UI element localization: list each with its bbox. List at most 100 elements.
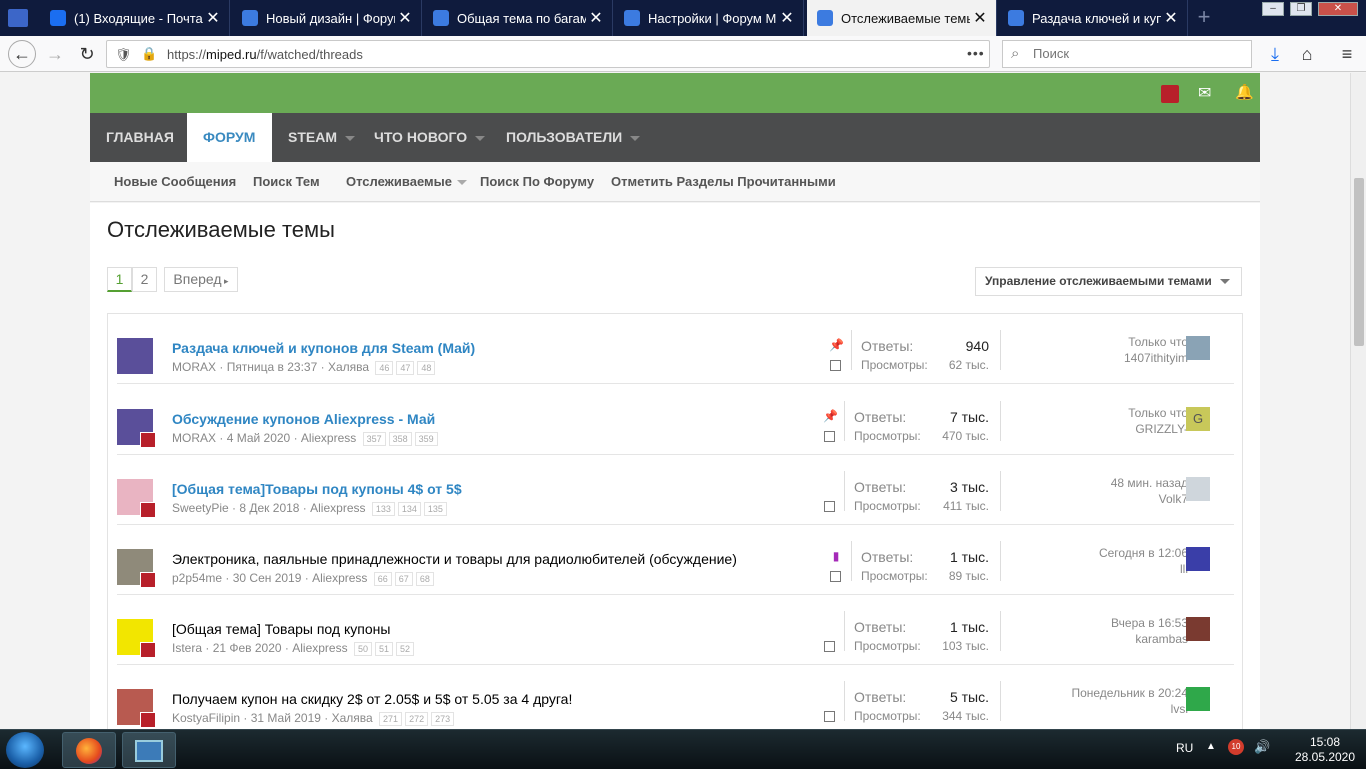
thread-title-link[interactable]: Получаем купон на скидку 2$ от 2.05$ и 5…: [172, 691, 572, 707]
page-jump-link[interactable]: 273: [431, 712, 455, 726]
browser-tab-4[interactable]: Настройки | Форум Miped✕: [614, 0, 804, 36]
last-post-user[interactable]: 1407ithityim: [1124, 350, 1188, 366]
last-post-user[interactable]: lll: [1099, 561, 1188, 577]
tab-close-icon[interactable]: ✕: [777, 8, 797, 28]
thread-date[interactable]: 8 Дек 2018: [239, 501, 299, 515]
back-button[interactable]: ←: [8, 40, 36, 68]
thread-title-link[interactable]: [Общая тема] Товары под купоны: [172, 621, 390, 637]
thread-author[interactable]: p2p54me: [172, 571, 222, 585]
page-jump-link[interactable]: 52: [395, 642, 414, 656]
thread-author-avatar[interactable]: [117, 409, 156, 448]
last-post-time[interactable]: Вчера в 16:53: [1111, 615, 1188, 631]
subnav-item-3[interactable]: Отслеживаемые: [346, 174, 467, 189]
url-bar[interactable]: 🛡 🔒 https://miped.ru/f/watched/threads •…: [106, 40, 990, 68]
last-poster-avatar[interactable]: [1186, 477, 1210, 501]
download-icon[interactable]: ⤓: [1262, 42, 1288, 66]
page-jump-link[interactable]: 271: [379, 712, 403, 726]
thread-author[interactable]: MORAX: [172, 431, 216, 445]
page-jump-link[interactable]: 135: [423, 502, 447, 516]
last-post-time[interactable]: Только что: [1128, 405, 1188, 421]
page-jump-link[interactable]: 51: [374, 642, 393, 656]
thread-select-checkbox[interactable]: [824, 431, 835, 442]
search-input[interactable]: [1033, 46, 1233, 61]
close-window-button[interactable]: ✕: [1318, 2, 1358, 16]
desktop-taskbar-icon[interactable]: [122, 732, 176, 768]
thread-title-link[interactable]: Электроника, паяльные принадлежности и т…: [172, 551, 737, 567]
new-tab-button[interactable]: +: [1192, 4, 1216, 30]
subnav-item-2[interactable]: Поиск Тем: [253, 174, 320, 189]
page-jump-link[interactable]: 50: [353, 642, 372, 656]
manage-watched-button[interactable]: Управление отслеживаемыми темами: [975, 267, 1242, 296]
start-button[interactable]: [6, 732, 44, 768]
thread-author[interactable]: Istera: [172, 641, 202, 655]
last-post-time[interactable]: Только что: [1124, 334, 1188, 350]
volume-icon[interactable]: 🔊: [1254, 739, 1270, 755]
nav-item-2[interactable]: Форум: [187, 113, 272, 162]
page-jump-link[interactable]: 358: [388, 432, 412, 446]
page-scrollbar[interactable]: [1350, 73, 1366, 729]
next-page-button[interactable]: Вперед ▸: [164, 267, 238, 292]
language-indicator[interactable]: RU: [1176, 741, 1193, 755]
thread-date[interactable]: Пятница в 23:37: [227, 360, 318, 374]
nav-item-3[interactable]: Steam: [272, 113, 358, 162]
page-jump-link[interactable]: 359: [414, 432, 438, 446]
bell-icon[interactable]: 🔔: [1235, 83, 1254, 101]
page-jump-link[interactable]: 46: [375, 361, 394, 375]
thread-forum[interactable]: Aliexpress: [292, 641, 347, 655]
scrollbar-thumb[interactable]: [1354, 178, 1364, 346]
last-poster-avatar[interactable]: [1186, 617, 1210, 641]
thread-title-link[interactable]: [Общая тема]Товары под купоны 4$ от 5$: [172, 481, 462, 497]
browser-tab-2[interactable]: Новый дизайн | Форум Miped✕: [232, 0, 422, 36]
last-post-time[interactable]: Понедельник в 20:24: [1071, 685, 1188, 701]
page-jump-link[interactable]: 66: [373, 572, 392, 586]
page-jump-link[interactable]: 68: [415, 572, 434, 586]
thread-select-checkbox[interactable]: [824, 711, 835, 722]
thread-select-checkbox[interactable]: [830, 571, 841, 582]
thread-forum[interactable]: Халява: [332, 711, 373, 725]
url-text[interactable]: https://miped.ru/f/watched/threads: [167, 47, 363, 62]
thread-date[interactable]: 30 Сен 2019: [233, 571, 302, 585]
page-link-1[interactable]: 1: [107, 267, 132, 292]
thread-select-checkbox[interactable]: [830, 360, 841, 371]
page-jump-link[interactable]: 134: [397, 502, 421, 516]
thread-author-avatar[interactable]: [117, 549, 156, 588]
menu-icon[interactable]: ≡: [1334, 42, 1360, 66]
thread-author-avatar[interactable]: [117, 338, 153, 374]
thread-author[interactable]: MORAX: [172, 360, 216, 374]
last-post-user[interactable]: Volk7: [1111, 491, 1188, 507]
thread-author-avatar[interactable]: [117, 479, 156, 518]
maximize-button[interactable]: ❐: [1290, 2, 1312, 16]
page-jump-link[interactable]: 272: [405, 712, 429, 726]
thread-forum[interactable]: Aliexpress: [312, 571, 367, 585]
home-icon[interactable]: ⌂: [1294, 42, 1320, 66]
nav-item-5[interactable]: Пользователи: [490, 113, 650, 162]
page-jump-link[interactable]: 67: [394, 572, 413, 586]
shield-icon[interactable]: 🛡: [115, 47, 132, 63]
minimize-button[interactable]: –: [1262, 2, 1284, 16]
tab-close-icon[interactable]: ✕: [203, 8, 223, 28]
thread-author-avatar[interactable]: [117, 689, 156, 728]
nav-item-4[interactable]: Что нового: [358, 113, 490, 162]
subnav-item-5[interactable]: Отметить Разделы Прочитанными: [611, 174, 836, 189]
thread-date[interactable]: 31 Май 2019: [251, 711, 321, 725]
last-post-time[interactable]: Сегодня в 12:06: [1099, 545, 1188, 561]
app-icon[interactable]: [8, 9, 28, 27]
last-post-user[interactable]: GRIZZLY-: [1128, 421, 1188, 437]
tab-close-icon[interactable]: ✕: [1161, 8, 1181, 28]
thread-forum[interactable]: Халява: [328, 360, 369, 374]
thread-author[interactable]: KostyaFilipin: [172, 711, 240, 725]
tab-close-icon[interactable]: ✕: [395, 8, 415, 28]
search-box[interactable]: ⌕: [1002, 40, 1252, 68]
browser-tab-5[interactable]: Отслеживаемые темы | Форум✕: [807, 0, 997, 36]
page-link-2[interactable]: 2: [132, 267, 157, 292]
thread-select-checkbox[interactable]: [824, 641, 835, 652]
mail-icon[interactable]: ✉: [1198, 83, 1211, 103]
thread-author-avatar[interactable]: [117, 619, 156, 658]
tab-close-icon[interactable]: ✕: [970, 8, 990, 28]
last-poster-avatar[interactable]: [1186, 687, 1210, 711]
subnav-item-4[interactable]: Поиск По Форуму: [480, 174, 594, 189]
page-jump-link[interactable]: 47: [396, 361, 415, 375]
last-poster-avatar[interactable]: [1186, 336, 1210, 360]
thread-date[interactable]: 21 Фев 2020: [213, 641, 282, 655]
browser-tab-6[interactable]: Раздача ключей и купонов✕: [998, 0, 1188, 36]
